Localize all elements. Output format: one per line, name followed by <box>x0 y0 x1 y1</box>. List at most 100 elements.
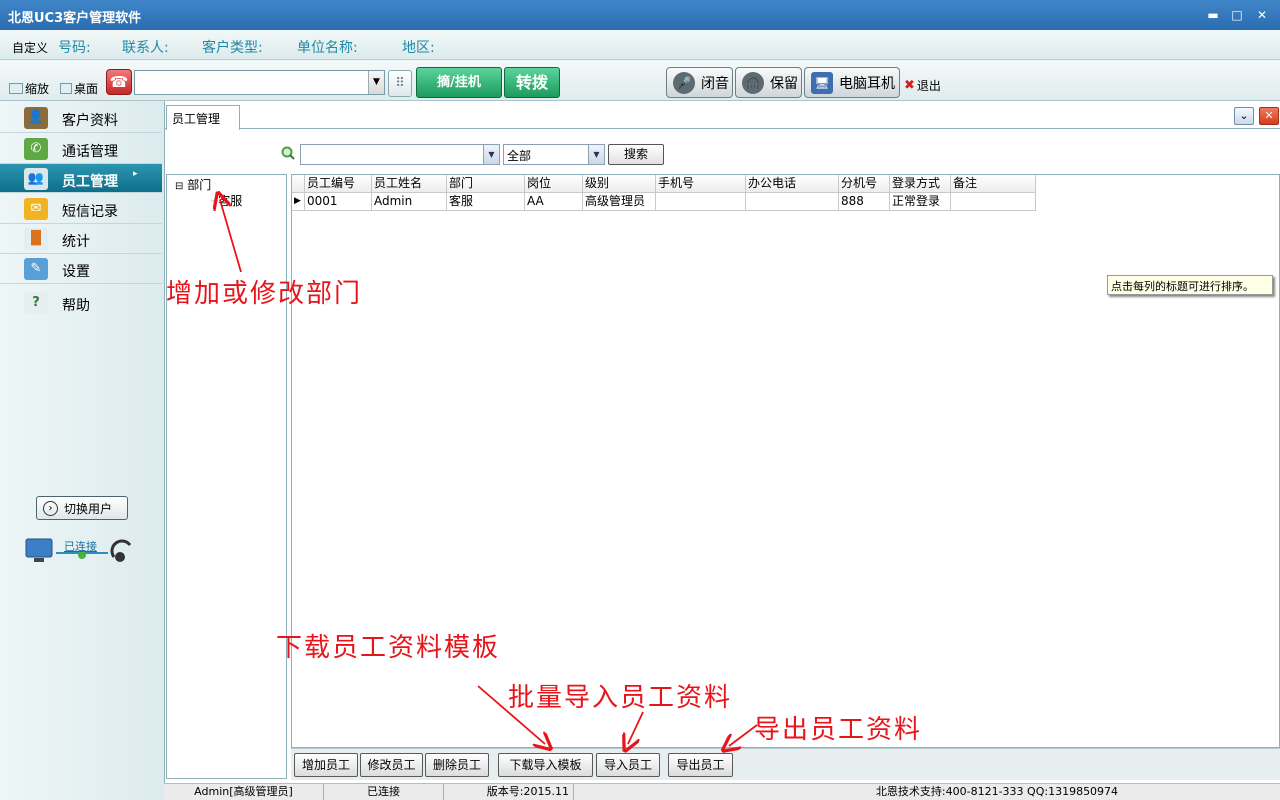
chevron-right-icon: ▸ <box>133 169 138 179</box>
table-cell[interactable] <box>746 193 839 211</box>
table-cell[interactable]: 正常登录 <box>890 193 951 211</box>
desktop-checkbox[interactable]: 桌面 <box>60 80 98 97</box>
company-name-label: 单位名称: <box>297 40 358 56</box>
desktop-icon <box>60 83 72 94</box>
bar-chart-icon: ▐▌ <box>24 228 48 250</box>
edit-staff-button[interactable]: 修改员工 <box>360 753 423 777</box>
toolbar: 缩放 桌面 ☎ ▼ ⠿ 摘/挂机 转拨 🎤 闭音 🎧 保留 🖥 电脑耳机 ✖ 退出 <box>0 61 1280 101</box>
headphones-icon: 🎧 <box>742 71 764 94</box>
sidebar-item-call-management[interactable]: ✆ 通话管理 <box>0 134 162 164</box>
column-header[interactable]: 级别 <box>583 175 656 193</box>
sidebar-item-staff-management[interactable]: 👥 员工管理 ▸ <box>0 164 162 193</box>
status-user: Admin[高级管理员] <box>164 784 324 800</box>
search-input[interactable]: ▼ <box>300 144 500 165</box>
sidebar: 👤 客户资料 ✆ 通话管理 👥 员工管理 ▸ ✉ 短信记录 ▐▌ 统计 ✎ 设置 ? 帮助 › 切… <box>0 101 164 800</box>
search-icon <box>281 146 295 160</box>
sidebar-item-sms-records[interactable]: ✉ 短信记录 <box>0 194 162 224</box>
annotation-batch-import: 批量导入员工资料 <box>508 683 733 713</box>
column-header[interactable]: 办公电话 <box>746 175 839 193</box>
table-cell[interactable]: 888 <box>839 193 890 211</box>
call-management-icon: ✆ <box>24 138 48 160</box>
table-cell[interactable] <box>656 193 746 211</box>
download-template-button[interactable]: 下载导入模板 <box>498 753 593 777</box>
zoom-icon <box>9 83 23 94</box>
search-scope-select[interactable]: 全部 ▼ <box>503 144 605 165</box>
connection-status: 已连接 <box>24 531 134 571</box>
zoom-checkbox[interactable]: 缩放 <box>9 80 49 97</box>
phone-number-input[interactable]: ▼ <box>134 70 385 95</box>
tree-child-label: 客服 <box>218 194 243 208</box>
mute-label: 闭音 <box>701 75 729 92</box>
customize-link[interactable]: 自定义 <box>12 39 48 56</box>
status-support: 北恩技术支持:400-8121-333 QQ:1319850974 <box>875 785 1119 798</box>
exit-button[interactable]: ✖ 退出 <box>904 77 941 94</box>
dialpad-icon[interactable]: ⠿ <box>388 70 412 97</box>
column-header[interactable]: 员工姓名 <box>372 175 447 193</box>
hold-label: 保留 <box>770 75 798 92</box>
add-staff-button[interactable]: 增加员工 <box>294 753 358 777</box>
tab-dropdown-button[interactable]: ⌄ <box>1234 107 1254 125</box>
annotation-export: 导出员工资料 <box>754 715 923 745</box>
sidebar-item-label: 帮助 <box>62 298 90 314</box>
mute-button[interactable]: 🎤 闭音 <box>666 67 733 98</box>
pc-headset-button[interactable]: 🖥 电脑耳机 <box>804 67 900 98</box>
phone-icon[interactable]: ☎ <box>106 69 132 95</box>
maximize-button[interactable]: □ <box>1228 6 1246 24</box>
column-header[interactable]: 部门 <box>447 175 525 193</box>
chevron-down-icon[interactable]: ▼ <box>588 145 604 164</box>
column-header[interactable]: 分机号 <box>839 175 890 193</box>
tree-root-node[interactable]: ⊟ 部门 <box>175 176 211 193</box>
switch-user-button[interactable]: › 切换用户 <box>36 496 128 520</box>
chevron-down-icon[interactable]: ▼ <box>483 145 499 164</box>
column-header[interactable]: 登录方式 <box>890 175 951 193</box>
status-version: 版本号:2015.11 <box>444 784 574 800</box>
delete-staff-button[interactable]: 删除员工 <box>425 753 489 777</box>
exit-label: 退出 <box>916 79 941 93</box>
table-cell[interactable]: 0001 <box>305 193 372 211</box>
export-staff-button[interactable]: 导出员工 <box>668 753 733 777</box>
transfer-button[interactable]: 转拨 <box>504 67 560 98</box>
sidebar-item-label: 通话管理 <box>62 144 118 160</box>
column-header[interactable]: 备注 <box>951 175 1036 193</box>
contact-label: 联系人: <box>122 40 169 56</box>
sidebar-item-label: 统计 <box>62 234 90 250</box>
tab-staff-management[interactable]: 员工管理 <box>166 105 240 130</box>
minimize-button[interactable]: ▬ <box>1204 6 1222 24</box>
table-row[interactable]: ▶ 0001 Admin 客服 AA 高级管理员 888 正常登录 <box>292 193 1036 211</box>
sidebar-item-customer-profile[interactable]: 👤 客户资料 <box>0 103 162 133</box>
table-cell[interactable]: 高级管理员 <box>583 193 656 211</box>
sidebar-item-statistics[interactable]: ▐▌ 统计 <box>0 224 162 254</box>
table-cell[interactable] <box>951 193 1036 211</box>
switch-user-label: 切换用户 <box>64 501 113 516</box>
close-icon: ✖ <box>904 78 915 93</box>
sidebar-item-settings[interactable]: ✎ 设置 <box>0 254 162 284</box>
close-button[interactable]: ✕ <box>1253 6 1271 24</box>
sort-tooltip: 点击每列的标题可进行排序。 <box>1107 275 1273 295</box>
import-staff-button[interactable]: 导入员工 <box>596 753 660 777</box>
sidebar-item-help[interactable]: ? 帮助 <box>0 288 162 318</box>
table-cell[interactable]: Admin <box>372 193 447 211</box>
table-cell[interactable]: AA <box>525 193 583 211</box>
hold-button[interactable]: 🎧 保留 <box>735 67 802 98</box>
customer-profile-icon: 👤 <box>24 107 48 129</box>
collapse-icon[interactable]: ⊟ <box>175 181 183 192</box>
zoom-label: 缩放 <box>25 82 50 96</box>
dial-hangup-button[interactable]: 摘/挂机 <box>416 67 502 98</box>
computer-headset-icon: 🖥 <box>811 71 833 94</box>
tab-close-button[interactable]: ✕ <box>1259 107 1279 125</box>
tab-bar: 员工管理 ⌄ ✕ <box>165 101 1280 130</box>
search-button[interactable]: 搜索 <box>608 144 664 165</box>
department-tree: ⊟ 部门 ┈客服 <box>166 174 287 779</box>
pc-headset-label: 电脑耳机 <box>839 75 895 92</box>
search-scope-value: 全部 <box>507 149 532 163</box>
sidebar-item-label: 员工管理 <box>62 174 118 190</box>
column-header[interactable]: 岗位 <box>525 175 583 193</box>
column-header[interactable]: 手机号 <box>656 175 746 193</box>
tree-child-node[interactable]: ┈客服 <box>211 192 242 209</box>
customer-info-bar: 自定义 号码: 联系人: 客户类型: 单位名称: 地区: <box>0 30 1280 60</box>
title-bar: 北恩UC3客户管理软件 ▬ □ ✕ <box>0 0 1280 30</box>
chevron-down-icon[interactable]: ▼ <box>368 71 384 94</box>
table-cell[interactable]: 客服 <box>447 193 525 211</box>
desktop-label: 桌面 <box>74 82 99 96</box>
column-header[interactable]: 员工编号 <box>305 175 372 193</box>
